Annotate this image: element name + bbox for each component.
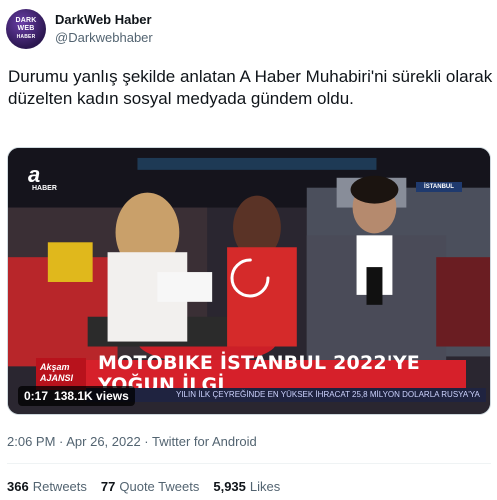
news-banner: MOTOBIKE İSTANBUL 2022'YE YOĞUN İLGİ [86,352,466,396]
video-time: 0:17 [24,389,49,403]
likes-count: 5,935 [213,479,246,494]
istanbul-sign: İSTANBUL [416,182,462,192]
quotes-stat[interactable]: 77 Quote Tweets [101,479,199,494]
channel-sub-label: HABER [32,185,57,192]
retweets-label: Retweets [32,479,87,494]
video-views: 138.1K views [54,389,129,403]
author-handle[interactable]: @Darkwebhaber [55,30,153,45]
author-display-name[interactable]: DarkWeb Haber [55,12,152,27]
retweets-stat[interactable]: 366 Retweets [7,479,87,494]
tweet-header: DARK WEB HABER DarkWeb Haber @Darkwebhab… [0,0,497,60]
avatar-logo: DARK WEB HABER [6,17,46,41]
likes-label: Likes [249,479,281,494]
avatar-text-line2: HABER [16,34,36,40]
loading-spinner-icon [230,258,270,298]
avatar-text-line1: DARK WEB [15,17,37,32]
retweets-count: 366 [7,479,29,494]
divider [7,463,491,464]
avatar[interactable]: DARK WEB HABER [6,9,46,49]
likes-stat[interactable]: 5,935 Likes [213,479,280,494]
video-player[interactable]: a HABER İSTANBUL Akşam AJANSI MOTOBIKE İ… [7,147,491,415]
quotes-label: Quote Tweets [119,479,200,494]
tweet-stats: 366 Retweets 77 Quote Tweets 5,935 Likes [7,479,280,494]
news-crawl: YILIN İLK ÇEYREĞİNDE EN YÜKSEK İHRACAT 2… [86,388,486,402]
quotes-count: 77 [100,479,116,494]
video-info-pill: 0:17 138.1K views [18,386,135,406]
tweet-timestamp[interactable]: 2:06 PM · Apr 26, 2022 · Twitter for And… [7,434,257,449]
tweet-text: Durumu yanlış şekilde anlatan A Haber Mu… [8,67,493,108]
